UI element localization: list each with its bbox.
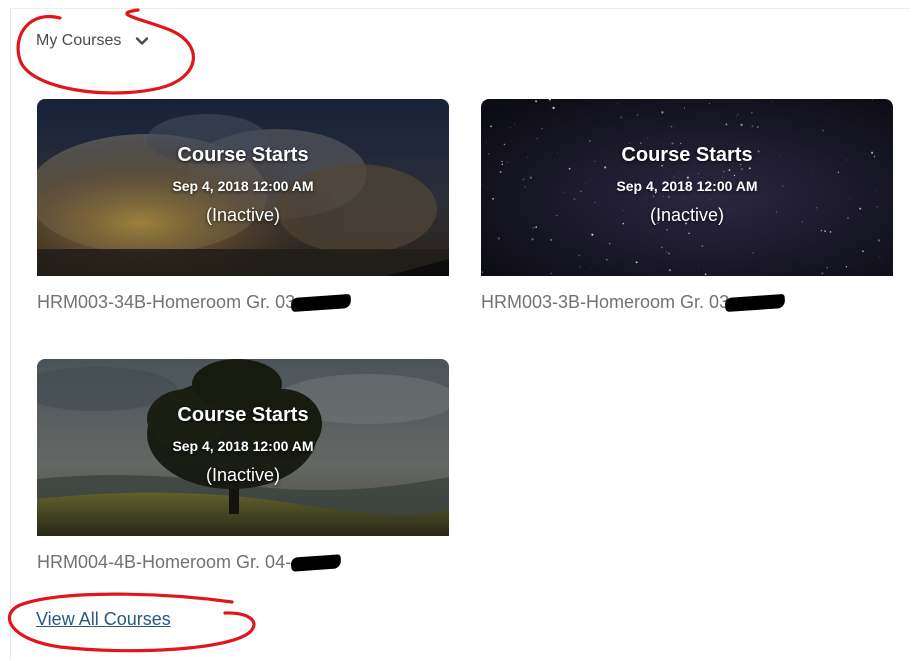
course-name: HRM003-34B-Homeroom Gr. 03 xyxy=(37,292,296,312)
course-name: HRM004-4B-Homeroom Gr. 04- xyxy=(37,552,292,572)
redaction-mark xyxy=(724,293,786,313)
course-card[interactable]: Course Starts Sep 4, 2018 12:00 AM (Inac… xyxy=(37,359,449,573)
course-name-link[interactable]: HRM003-34B-Homeroom Gr. 03 xyxy=(37,292,352,313)
course-image[interactable]: Course Starts Sep 4, 2018 12:00 AM (Inac… xyxy=(37,99,449,276)
page: My Courses Course Starts Sep 4, 2018 12:… xyxy=(0,0,912,661)
course-overlay: Course Starts Sep 4, 2018 12:00 AM (Inac… xyxy=(37,359,449,536)
course-name-link[interactable]: HRM004-4B-Homeroom Gr. 04- xyxy=(37,552,342,573)
course-starts-label: Course Starts xyxy=(177,404,309,426)
course-image[interactable]: Course Starts Sep 4, 2018 12:00 AM (Inac… xyxy=(481,99,893,276)
my-courses-dropdown[interactable]: My Courses xyxy=(36,32,149,50)
widget-title: My Courses xyxy=(36,32,122,49)
redaction-mark xyxy=(290,293,352,313)
course-start-date: Sep 4, 2018 12:00 AM xyxy=(172,438,314,454)
chevron-down-icon xyxy=(136,37,149,45)
course-overlay: Course Starts Sep 4, 2018 12:00 AM (Inac… xyxy=(481,99,893,276)
course-name-link[interactable]: HRM003-3B-Homeroom Gr. 03 xyxy=(481,292,786,313)
course-overlay: Course Starts Sep 4, 2018 12:00 AM (Inac… xyxy=(37,99,449,276)
course-image[interactable]: Course Starts Sep 4, 2018 12:00 AM (Inac… xyxy=(37,359,449,536)
course-starts-label: Course Starts xyxy=(621,144,753,166)
course-status: (Inactive) xyxy=(205,205,281,225)
course-start-date: Sep 4, 2018 12:00 AM xyxy=(616,178,758,194)
course-name: HRM003-3B-Homeroom Gr. 03 xyxy=(481,292,730,312)
course-start-date: Sep 4, 2018 12:00 AM xyxy=(172,178,314,194)
course-starts-label: Course Starts xyxy=(177,144,309,166)
course-card[interactable]: Course Starts Sep 4, 2018 12:00 AM (Inac… xyxy=(481,99,893,313)
course-status: (Inactive) xyxy=(649,205,725,225)
course-card[interactable]: Course Starts Sep 4, 2018 12:00 AM (Inac… xyxy=(37,99,449,313)
redaction-mark xyxy=(290,554,342,572)
view-all-courses-link[interactable]: View All Courses xyxy=(36,609,171,630)
course-status: (Inactive) xyxy=(205,465,281,485)
